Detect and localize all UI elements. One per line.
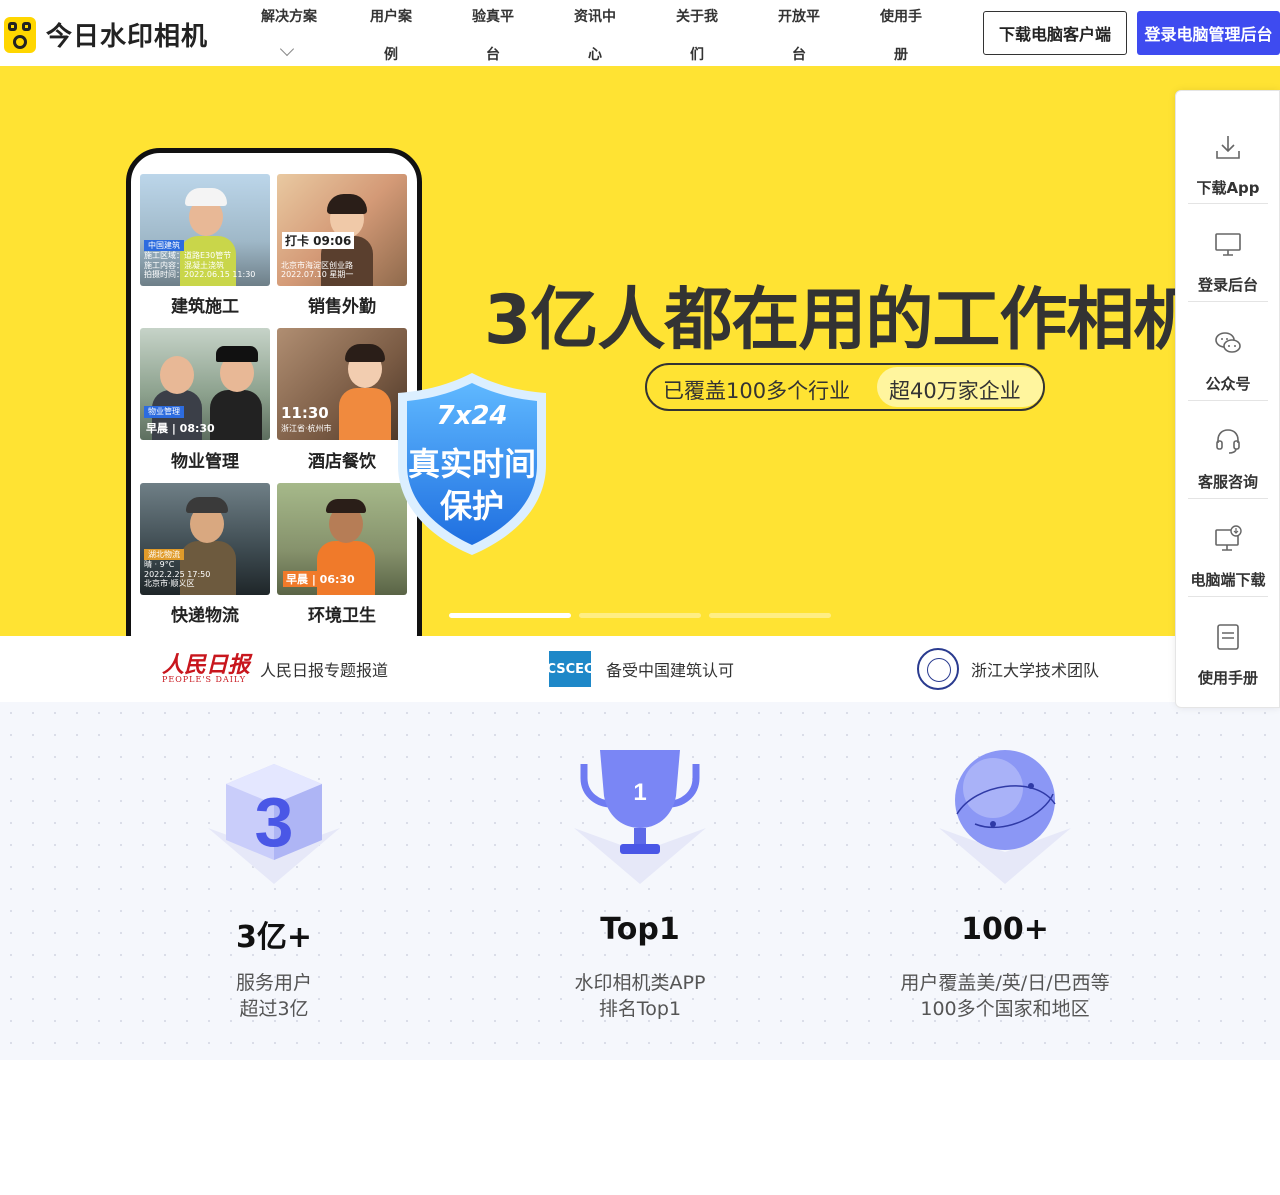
peoples-daily-logo: 人民日报 PEOPLE'S DAILY <box>162 652 251 684</box>
logo-icon <box>4 16 36 53</box>
carousel-dot[interactable] <box>449 613 571 618</box>
logo[interactable]: 今日水印相机 <box>4 16 208 53</box>
shield-badge: 7x24 真实时间 保护 <box>392 369 552 559</box>
endorsement-peoples-daily: 人民日报 PEOPLE'S DAILY 人民日报专题报道 <box>162 652 389 684</box>
nav-item-manual[interactable]: 使用手 册 <box>850 0 952 66</box>
tile-caption: 建筑施工 <box>171 297 239 317</box>
side-wechat[interactable]: 公众号 <box>1188 297 1268 395</box>
tile-caption: 物业管理 <box>171 452 239 472</box>
stats-section: 3 3亿+ 服务用户 超过3亿 1 Top1 水印相机类APP 排名Top1 1… <box>0 702 1280 1060</box>
tile-caption: 酒店餐饮 <box>308 452 376 472</box>
side-download-app[interactable]: 下载App <box>1188 101 1268 199</box>
chevron-down-icon <box>279 41 295 57</box>
tile-construction-photo: 中国建筑 施工区域：道路E30管节 施工内容：混凝土浇筑 拍摄时间：2022.0… <box>140 174 270 286</box>
endorsement-strip: 人民日报 PEOPLE'S DAILY 人民日报专题报道 CSCEC 备受中国建筑… <box>0 636 1280 702</box>
carousel-dot[interactable] <box>709 613 831 618</box>
page: 今日水印相机 解决方案 用户案 例 验真平 台 资讯中 心 关于我 们 开放平 … <box>0 0 1280 1195</box>
hero-headline: 3亿人都在用的工作相机 <box>484 281 1201 360</box>
carousel-dots <box>449 613 831 618</box>
nav-item-solutions[interactable]: 解决方案 <box>238 0 340 66</box>
top-header: 今日水印相机 解决方案 用户案 例 验真平 台 资讯中 心 关于我 们 开放平 … <box>0 0 1280 66</box>
nav-item-about[interactable]: 关于我 们 <box>646 0 748 66</box>
logo-text: 今日水印相机 <box>46 22 209 52</box>
login-admin-button[interactable]: 登录电脑管理后台 <box>1137 11 1280 55</box>
zju-logo <box>917 648 959 690</box>
side-login-admin[interactable]: 登录后台 <box>1188 198 1268 296</box>
nav-item-open-platform[interactable]: 开放平 台 <box>748 0 850 66</box>
tile-property-photo: 物业管理 早晨 | 08:30 <box>140 328 270 440</box>
download-icon <box>1216 136 1240 159</box>
tile-hotel-photo: 11:30 浙江省·杭州市 <box>277 328 407 440</box>
svg-text:3: 3 <box>255 783 294 861</box>
monitor-icon <box>1215 233 1241 256</box>
tile-sales-photo: 打卡 09:06 北京市海淀区创业路 2022.07.10 星期一 <box>277 174 407 286</box>
globe-icon <box>939 750 1071 884</box>
main-nav: 解决方案 用户案 例 验真平 台 资讯中 心 关于我 们 开放平 台 使用手 册 <box>238 0 952 66</box>
endorsement-cscec: CSCEC 备受中国建筑认可 <box>546 644 734 694</box>
side-manual[interactable]: 使用手册 <box>1188 591 1268 689</box>
manual-icon <box>1217 624 1239 650</box>
nav-item-cases[interactable]: 用户案 例 <box>340 0 442 66</box>
carousel-dot[interactable] <box>579 613 701 618</box>
endorsement-zju: 浙江大学技术团队 <box>917 644 1099 694</box>
monitor-download-icon <box>1215 525 1242 551</box>
phone-mockup: 中国建筑 施工区域：道路E30管节 施工内容：混凝土浇筑 拍摄时间：2022.0… <box>126 148 422 636</box>
trophy-icon: 1 <box>574 750 706 884</box>
tile-sanitation-photo: 早晨 | 06:30 <box>277 483 407 595</box>
download-client-button[interactable]: 下载电脑客户端 <box>983 11 1127 55</box>
nav-item-verify[interactable]: 验真平 台 <box>442 0 544 66</box>
nav-item-news[interactable]: 资讯中 心 <box>544 0 646 66</box>
side-pc-download[interactable]: 电脑端下载 <box>1188 493 1268 591</box>
side-float-panel: 下载App 登录后台 公众号 客服咨询 电脑端下载 使用手册 <box>1175 90 1280 708</box>
side-customer-service[interactable]: 客服咨询 <box>1188 395 1268 493</box>
svg-text:1: 1 <box>633 779 646 806</box>
hero-pill: 已覆盖100多个行业 超40万家企业 <box>645 363 1045 411</box>
cscec-logo: CSCEC <box>546 651 594 687</box>
tile-caption: 环境卫生 <box>308 606 376 626</box>
tile-logistics-photo: 湖北物流 晴 · 9°C 2022.2.25 17:50 北京市·顺义区 <box>140 483 270 595</box>
tile-caption: 销售外勤 <box>308 297 376 317</box>
cube-3-icon: 3 <box>208 764 340 884</box>
hero-banner[interactable]: 中国建筑 施工区域：道路E30管节 施工内容：混凝土浇筑 拍摄时间：2022.0… <box>0 66 1280 636</box>
wechat-icon <box>1215 332 1241 353</box>
headset-icon <box>1216 429 1240 454</box>
tile-caption: 快递物流 <box>171 606 239 626</box>
